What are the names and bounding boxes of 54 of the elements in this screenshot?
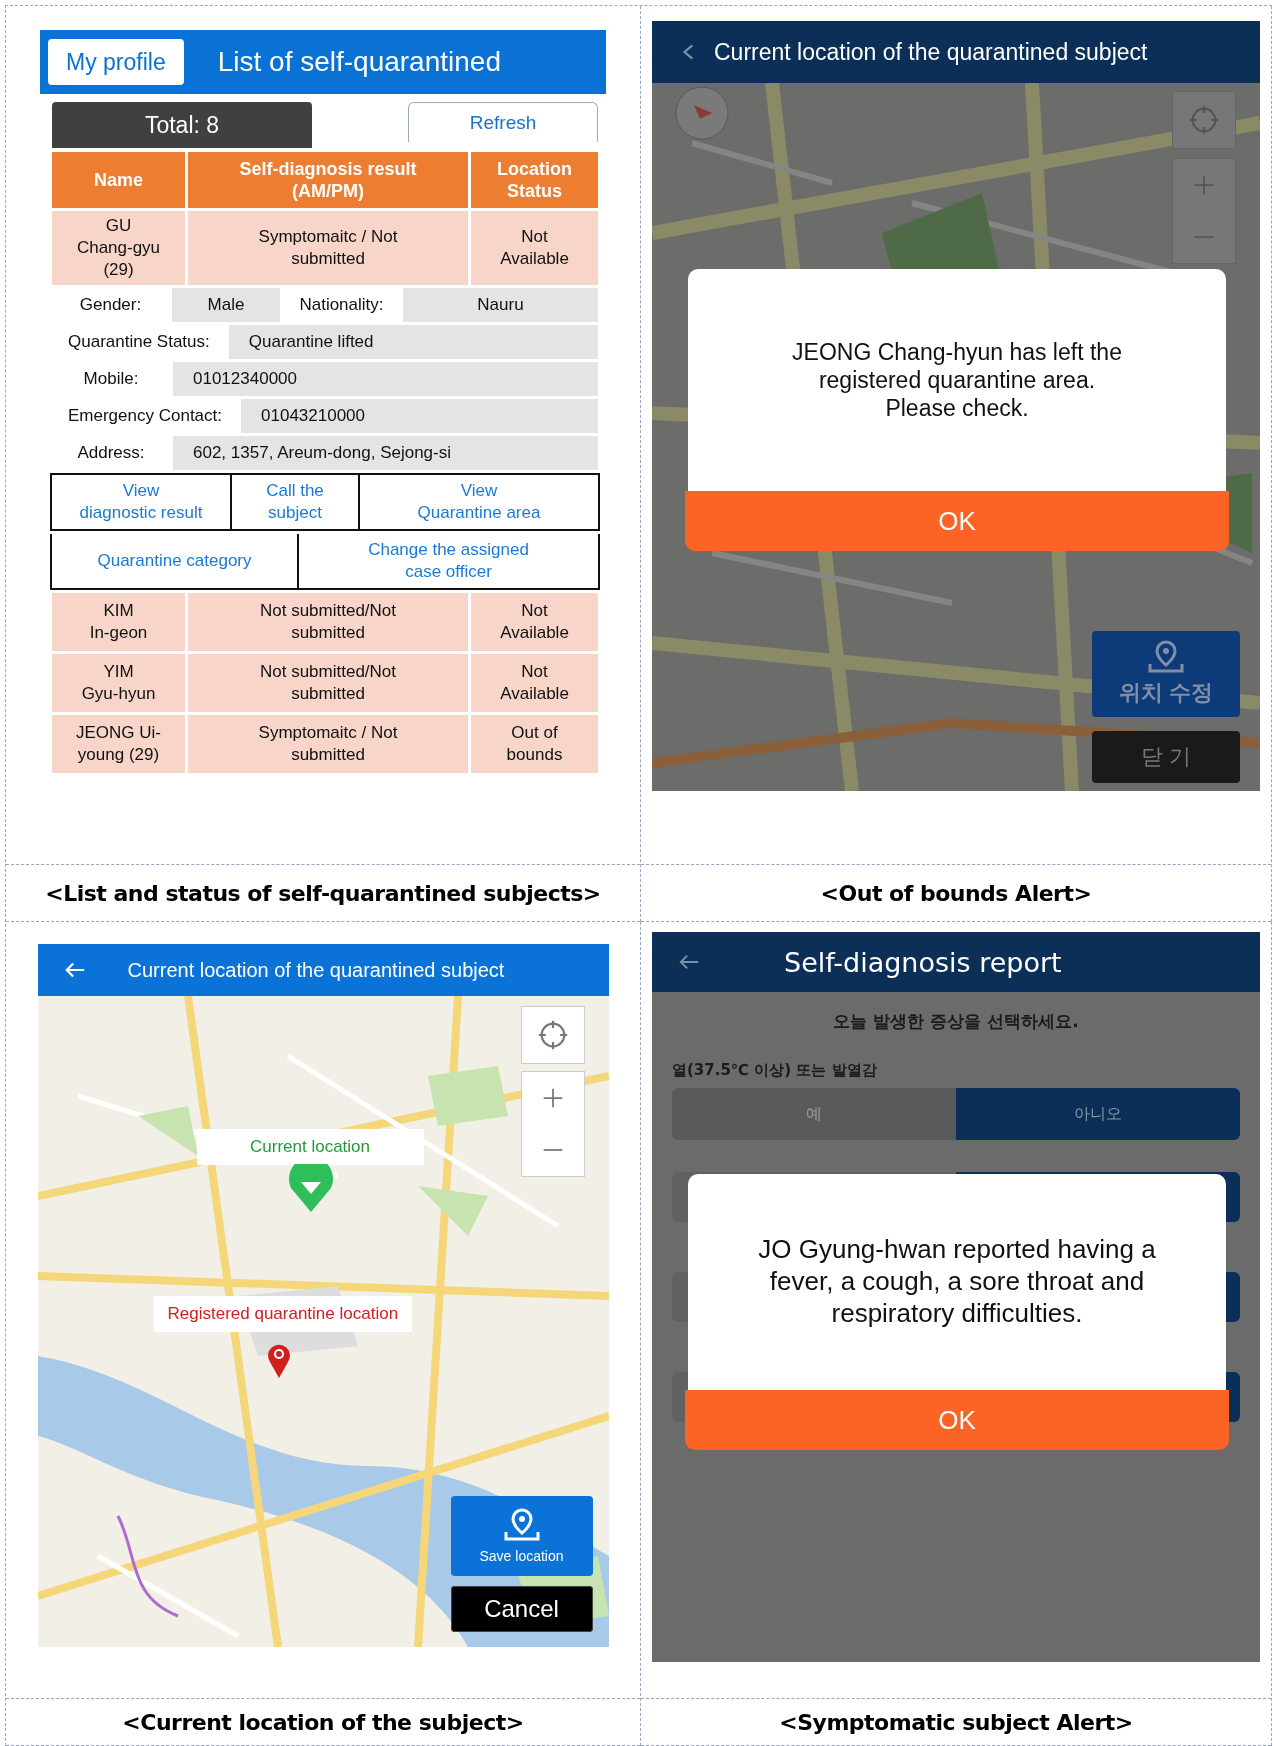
figure-caption: <List and status of self-quarantined subjects> — [45, 880, 601, 906]
field-label: Gender: — [78, 294, 143, 317]
answer-option[interactable]: 아니오 — [956, 1088, 1240, 1140]
location-pin-icon — [1146, 640, 1186, 674]
field-value: Nauru — [403, 288, 598, 323]
field-label: Mobile: — [82, 368, 140, 391]
current-location-label: Current location — [196, 1129, 424, 1165]
name-cell[interactable]: GU Chang-gyu (29) — [52, 211, 185, 286]
cancel-button[interactable]: Cancel — [450, 1586, 593, 1632]
location-cell: Not Available — [471, 654, 598, 713]
refresh-button[interactable]: Refresh — [408, 102, 598, 142]
column-header: Name — [52, 152, 185, 208]
instruction-text: 오늘 발생한 증상을 선택하세요. — [833, 1010, 1079, 1033]
figure-caption: <Symptomatic subject Alert> — [779, 1709, 1133, 1735]
field-value: Quarantine lifted — [228, 325, 598, 360]
screen-title: Current location of the quarantined subject — [714, 38, 1148, 66]
save-location-button[interactable]: Save location — [450, 1496, 593, 1576]
answer-option[interactable]: 예 — [672, 1088, 956, 1140]
ok-button[interactable]: OK — [685, 491, 1229, 551]
column-header: Self-diagnosis result (AM/PM) — [188, 152, 468, 208]
field-label: Address: — [76, 442, 146, 465]
figure-caption: <Out of bounds Alert> — [820, 880, 1092, 906]
crosshair-icon — [1187, 103, 1221, 137]
question-label: 열(37.5℃ 이상) 또는 발열감 — [672, 1061, 878, 1080]
registered-location-label: Registered quarantine location — [153, 1296, 413, 1332]
result-cell: Not submitted/Not submitted — [188, 593, 468, 652]
name-cell[interactable]: KIM In-geon — [52, 593, 185, 652]
figure-caption: <Current location of the subject> — [122, 1709, 524, 1735]
alert-message: JO Gyung-hwan reported having a fever, a cough, a sore throat and respiratory difficulties. — [757, 1233, 1157, 1330]
field-value: 01043210000 — [241, 399, 598, 434]
location-cell: Not Available — [471, 593, 598, 652]
field-label: Quarantine Status: — [67, 331, 211, 354]
field-value: 01012340000 — [173, 362, 598, 397]
screen-title: Current location of the quarantined subject — [127, 958, 505, 982]
location-cell: Not Available — [471, 211, 598, 286]
result-cell: Symptomaitc / Not submitted — [188, 715, 468, 774]
close-button[interactable]: 닫 기 — [1092, 731, 1240, 783]
result-cell: Symptomaitc / Not submitted — [188, 211, 468, 286]
edit-location-button[interactable]: 위치 수정 — [1092, 631, 1240, 717]
total-count: Total: 8 — [52, 102, 312, 148]
field-label: Nationality: — [298, 294, 385, 317]
column-header: Location Status — [471, 152, 598, 208]
result-cell: Not submitted/Not submitted — [188, 654, 468, 713]
ok-button[interactable]: OK — [685, 1390, 1229, 1450]
name-cell[interactable]: JEONG Ui- young (29) — [52, 715, 185, 774]
field-value: Male — [172, 288, 280, 323]
screen-title: Self-diagnosis report — [784, 946, 1062, 978]
alert-message: JEONG Chang-hyun has left the registered quarantine area. Please check. — [791, 337, 1123, 423]
screen-title: List of self-quarantined — [217, 46, 501, 78]
field-label: Emergency Contact: — [67, 405, 223, 428]
my-profile-tab[interactable]: My profile — [48, 39, 184, 85]
name-cell[interactable]: YIM Gyu-hyun — [52, 654, 185, 713]
location-cell: Out of bounds — [471, 715, 598, 774]
field-value: 602, 1357, Areum-dong, Sejong-si — [173, 436, 598, 471]
